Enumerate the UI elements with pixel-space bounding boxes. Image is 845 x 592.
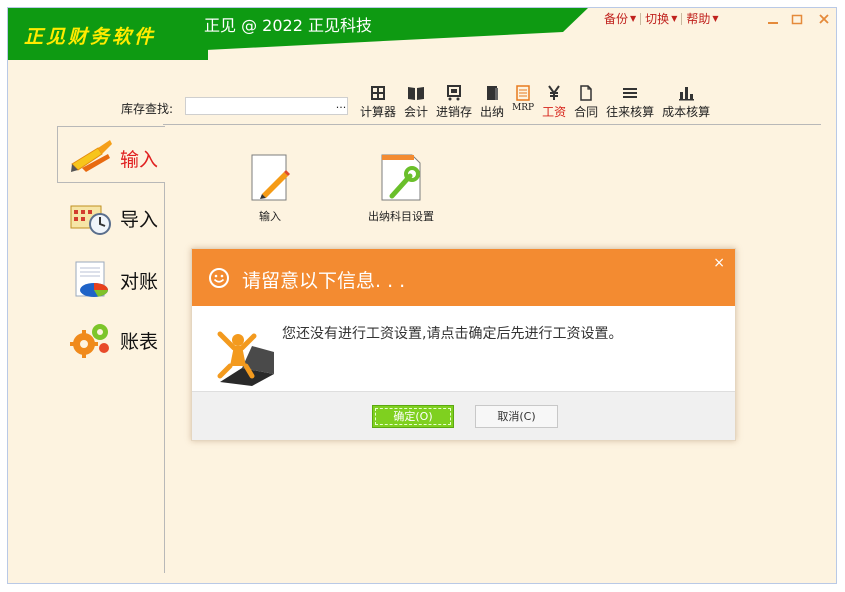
- bar-chart-icon: [679, 87, 695, 101]
- nav-item-input[interactable]: 输入: [68, 138, 158, 178]
- toolbar-costing-label: 成本核算: [662, 105, 711, 119]
- menu-backup[interactable]: 备份 ▼: [600, 10, 640, 27]
- window-title: 正见 @ 2022 正见科技: [204, 16, 372, 35]
- toolbar-calculator[interactable]: 计算器: [360, 84, 396, 120]
- cancel-button[interactable]: 取消(C): [475, 405, 558, 428]
- toolbar-receivables-label: 往来核算: [606, 105, 655, 119]
- toolbar-inventory-label: 进销存: [436, 105, 473, 119]
- nav-item-reports[interactable]: 账表: [68, 320, 158, 360]
- toolbar-mrp-label: MRP: [512, 103, 535, 113]
- yen-icon: [548, 85, 560, 100]
- nav-item-reconcile[interactable]: 对账: [68, 260, 158, 300]
- main-window: 正见财务软件 正见 @ 2022 正见科技 备份 ▼ 切换 ▼ 帮助 ▼ 库存查找: …: [7, 7, 837, 584]
- list-icon: [623, 88, 638, 98]
- menu-switch-label: 切换: [645, 12, 670, 26]
- close-icon: [819, 14, 829, 24]
- calendar-clock-icon: [70, 205, 111, 235]
- input-pen-icon: [71, 140, 112, 172]
- toolbar-accounting[interactable]: 会计: [404, 84, 428, 120]
- toolbar-accounting-label: 会计: [404, 105, 429, 119]
- maximize-icon: [791, 14, 803, 25]
- nav-item-reports-label: 账表: [120, 330, 159, 353]
- content-cashier-subject-label: 出纳科目设置: [368, 210, 434, 223]
- dialog-title: 请留意以下信息. . .: [242, 270, 406, 292]
- menu-switch[interactable]: 切换 ▼: [641, 10, 681, 27]
- content-input-label: 输入: [259, 210, 281, 223]
- toolbar-calculator-label: 计算器: [360, 105, 397, 119]
- app-logo: 正见财务软件: [24, 26, 157, 48]
- dialog-close-button[interactable]: ×: [713, 255, 725, 271]
- chevron-down-icon: ▼: [712, 14, 719, 23]
- ledger-icon: [487, 86, 499, 100]
- reconcile-chart-icon: [75, 261, 108, 297]
- cart-icon: [447, 85, 462, 101]
- toolbar: 计算器 会计 进销存 出纳 MRP 工资 合同 往来核算 成本核算: [360, 84, 718, 120]
- person-laptop-icon: [217, 331, 274, 386]
- nav-item-import-label: 导入: [120, 208, 159, 231]
- book-icon: [408, 87, 425, 100]
- search-label: 库存查找:: [121, 102, 174, 116]
- toolbar-receivables[interactable]: 往来核算: [606, 84, 654, 120]
- toolbar-contract[interactable]: 合同: [574, 84, 598, 120]
- toolbar-cashier-label: 出纳: [480, 105, 505, 119]
- dialog-body: 您还没有进行工资设置,请点击确定后先进行工资设置。: [192, 306, 735, 391]
- wrench-document-icon: [381, 154, 421, 201]
- gears-icon: [70, 324, 109, 358]
- toolbar-inventory[interactable]: 进销存: [436, 84, 472, 120]
- dialog-message: 您还没有进行工资设置,请点击确定后先进行工资设置。: [282, 326, 623, 342]
- toolbar-payroll-label: 工资: [542, 105, 567, 119]
- ok-button[interactable]: 确定(O): [372, 405, 454, 428]
- toolbar-mrp[interactable]: MRP: [512, 84, 534, 120]
- search-browse-button[interactable]: ...: [334, 97, 348, 115]
- mrp-icon: [516, 85, 530, 101]
- menu-help-label: 帮助: [686, 12, 711, 26]
- dialog-header: 请留意以下信息. . . ×: [192, 249, 735, 306]
- close-window-button[interactable]: [814, 13, 834, 31]
- chevron-down-icon: ▼: [671, 14, 678, 23]
- notice-dialog: 请留意以下信息. . . × 您还没有进行工资设置,请点击确定后先进行工资设置。…: [191, 248, 736, 441]
- maximize-button[interactable]: [787, 13, 807, 31]
- toolbar-divider: [163, 124, 821, 125]
- toolbar-payroll[interactable]: 工资: [542, 84, 566, 120]
- dialog-footer: 确定(O) 取消(C): [192, 391, 735, 440]
- calculator-icon: [371, 86, 385, 100]
- nav-item-input-label: 输入: [120, 148, 159, 171]
- search-input[interactable]: [185, 97, 348, 115]
- toolbar-costing[interactable]: 成本核算: [662, 84, 710, 120]
- content-cashier-subject-settings[interactable]: 出纳科目设置: [368, 154, 434, 224]
- menu-help[interactable]: 帮助 ▼: [682, 10, 722, 27]
- content-input-item[interactable]: 输入: [248, 154, 292, 224]
- smiley-icon: [209, 268, 229, 288]
- minimize-icon: [768, 22, 778, 24]
- nav-divider: [164, 183, 165, 573]
- nav-item-reconcile-label: 对账: [120, 270, 159, 293]
- chevron-down-icon: ▼: [630, 14, 637, 23]
- pencil-document-icon: [251, 154, 290, 201]
- top-menu: 备份 ▼ 切换 ▼ 帮助 ▼: [600, 10, 723, 27]
- menu-backup-label: 备份: [604, 12, 629, 26]
- toolbar-contract-label: 合同: [574, 105, 599, 119]
- toolbar-cashier[interactable]: 出纳: [480, 84, 504, 120]
- nav-item-import[interactable]: 导入: [68, 198, 158, 238]
- minimize-button[interactable]: [763, 13, 783, 31]
- document-icon: [580, 85, 592, 101]
